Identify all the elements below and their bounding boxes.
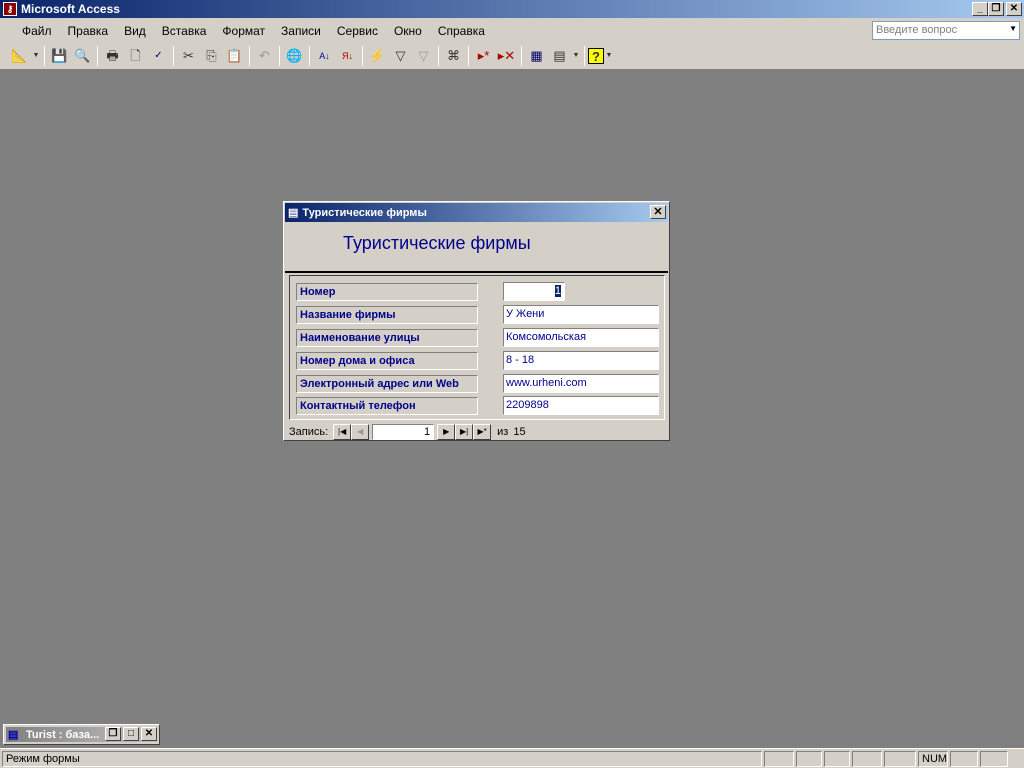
field-label-number: Номер bbox=[296, 283, 478, 301]
first-record-button[interactable]: |◀ bbox=[333, 424, 352, 440]
record-number-input[interactable]: 1 bbox=[372, 424, 435, 440]
spelling-icon[interactable]: ✓ bbox=[147, 45, 170, 67]
apply-filter-icon[interactable]: ▽ bbox=[412, 45, 435, 67]
menu-file[interactable]: Файл bbox=[14, 24, 60, 38]
app-titlebar: ⚷ Microsoft Access _ ❐ ✕ bbox=[0, 0, 1024, 18]
dropdown-arrow-icon[interactable]: ▼ bbox=[31, 45, 41, 67]
hyperlink-icon[interactable]: 🌐 bbox=[283, 45, 306, 67]
form-window-title: Туристические фирмы bbox=[302, 206, 427, 219]
field-label-phone: Контактный телефон bbox=[296, 397, 478, 415]
toolbar: 📐 ▼ 💾 🔍 🖶 🗋 ✓ ✂ ⎘ 📋 ↶ 🌐 А↓ Я↓ ⚡ ▽ ▽ ⌘ ▸* … bbox=[0, 43, 1024, 70]
form-titlebar[interactable]: ▤ Туристические фирмы ✕ bbox=[285, 203, 668, 222]
design-view-icon[interactable]: 📐 bbox=[8, 45, 31, 67]
menu-edit[interactable]: Правка bbox=[60, 24, 117, 38]
record-navigator: Запись: |◀ ◀ 1 ▶ ▶| ▶* из 15 bbox=[289, 424, 526, 440]
filter-by-form-icon[interactable]: ▽ bbox=[389, 45, 412, 67]
new-object-icon[interactable]: ▤ bbox=[548, 45, 571, 67]
ask-placeholder: Введите вопрос bbox=[876, 24, 958, 36]
sort-ascending-icon[interactable]: А↓ bbox=[313, 45, 336, 67]
paste-icon[interactable]: 📋 bbox=[223, 45, 246, 67]
app-title: Microsoft Access bbox=[21, 2, 120, 16]
save-icon[interactable]: 💾 bbox=[48, 45, 71, 67]
next-record-button[interactable]: ▶ bbox=[437, 424, 456, 440]
status-bar: Режим формы NUM bbox=[0, 748, 1024, 768]
menu-insert[interactable]: Вставка bbox=[154, 24, 215, 38]
form-header: Туристические фирмы bbox=[343, 233, 531, 253]
field-label-company-name: Название фирмы bbox=[296, 306, 478, 324]
field-house-office[interactable]: 8 - 18 bbox=[503, 351, 659, 370]
cut-icon[interactable]: ✂ bbox=[177, 45, 200, 67]
status-panel bbox=[950, 751, 978, 767]
form-icon: ▤ bbox=[288, 207, 299, 219]
field-street[interactable]: Комсомольская bbox=[503, 328, 659, 347]
print-preview-icon[interactable]: 🗋 bbox=[124, 45, 147, 67]
status-panel bbox=[980, 751, 1008, 767]
db-maximize-button[interactable]: □ bbox=[123, 727, 139, 741]
menu-help[interactable]: Справка bbox=[430, 24, 493, 38]
minimize-button[interactable]: _ bbox=[972, 2, 988, 16]
dropdown-arrow-icon[interactable]: ▼ bbox=[571, 45, 581, 67]
record-label: Запись: bbox=[289, 426, 329, 438]
help-icon[interactable]: ? bbox=[588, 48, 604, 64]
last-record-button[interactable]: ▶| bbox=[455, 424, 474, 440]
form-detail: Номер 1 Название фирмы У Жени Наименован… bbox=[289, 275, 665, 420]
print-icon[interactable]: 🖶 bbox=[101, 45, 124, 67]
status-panel bbox=[796, 751, 822, 767]
field-number-value: 1 bbox=[554, 285, 561, 297]
status-panel bbox=[884, 751, 916, 767]
undo-icon[interactable]: ↶ bbox=[253, 45, 276, 67]
sort-descending-icon[interactable]: Я↓ bbox=[336, 45, 359, 67]
menu-format[interactable]: Формат bbox=[214, 24, 273, 38]
status-panel bbox=[824, 751, 850, 767]
find-binoculars-icon[interactable]: ⌘ bbox=[442, 45, 465, 67]
db-window-title: Turist : база... bbox=[26, 728, 100, 741]
prev-record-button[interactable]: ◀ bbox=[351, 424, 370, 440]
divider bbox=[285, 271, 668, 273]
close-button[interactable]: ✕ bbox=[1006, 2, 1022, 16]
status-num: NUM bbox=[918, 751, 948, 767]
field-email-web[interactable]: www.urheni.com bbox=[503, 374, 659, 393]
new-record-icon[interactable]: ▸* bbox=[472, 45, 495, 67]
status-panel bbox=[764, 751, 794, 767]
delete-record-icon[interactable]: ▸✕ bbox=[495, 45, 518, 67]
menu-tools[interactable]: Сервис bbox=[329, 24, 386, 38]
dropdown-arrow-icon[interactable]: ▼ bbox=[1009, 24, 1017, 33]
form-window: ▤ Туристические фирмы ✕ Туристические фи… bbox=[283, 201, 670, 441]
field-number[interactable]: 1 bbox=[503, 282, 565, 301]
field-label-house-office: Номер дома и офиса bbox=[296, 352, 478, 370]
field-phone[interactable]: 2209898 bbox=[503, 396, 659, 415]
field-company-name[interactable]: У Жени bbox=[503, 305, 659, 324]
access-key-icon: ⚷ bbox=[3, 2, 17, 16]
menu-bar: Файл Правка Вид Вставка Формат Записи Се… bbox=[0, 18, 1024, 43]
menu-records[interactable]: Записи bbox=[273, 24, 329, 38]
db-restore-button[interactable]: ❐ bbox=[105, 727, 121, 741]
new-record-button[interactable]: ▶* bbox=[473, 424, 492, 440]
database-window-icon[interactable]: ▦ bbox=[525, 45, 548, 67]
of-label: из bbox=[497, 426, 509, 438]
db-close-button[interactable]: ✕ bbox=[141, 727, 157, 741]
filter-by-selection-icon[interactable]: ⚡ bbox=[366, 45, 389, 67]
file-search-icon[interactable]: 🔍 bbox=[71, 45, 94, 67]
field-label-email-web: Электронный адрес или Web bbox=[296, 375, 478, 393]
record-total: 15 bbox=[513, 426, 526, 438]
ask-question-input[interactable]: Введите вопрос ▼ bbox=[872, 21, 1020, 40]
form-close-button[interactable]: ✕ bbox=[650, 205, 666, 219]
status-panel bbox=[852, 751, 882, 767]
menu-window[interactable]: Окно bbox=[386, 24, 430, 38]
menu-view[interactable]: Вид bbox=[116, 24, 154, 38]
database-window-minimized[interactable]: ▤ Turist : база... ❐ □ ✕ bbox=[3, 724, 160, 745]
copy-icon[interactable]: ⎘ bbox=[200, 45, 223, 67]
dropdown-arrow-icon[interactable]: ▼ bbox=[604, 45, 614, 67]
field-label-street: Наименование улицы bbox=[296, 329, 478, 347]
restore-button[interactable]: ❐ bbox=[988, 2, 1004, 16]
status-mode: Режим формы bbox=[2, 751, 762, 767]
database-icon: ▤ bbox=[8, 729, 19, 741]
